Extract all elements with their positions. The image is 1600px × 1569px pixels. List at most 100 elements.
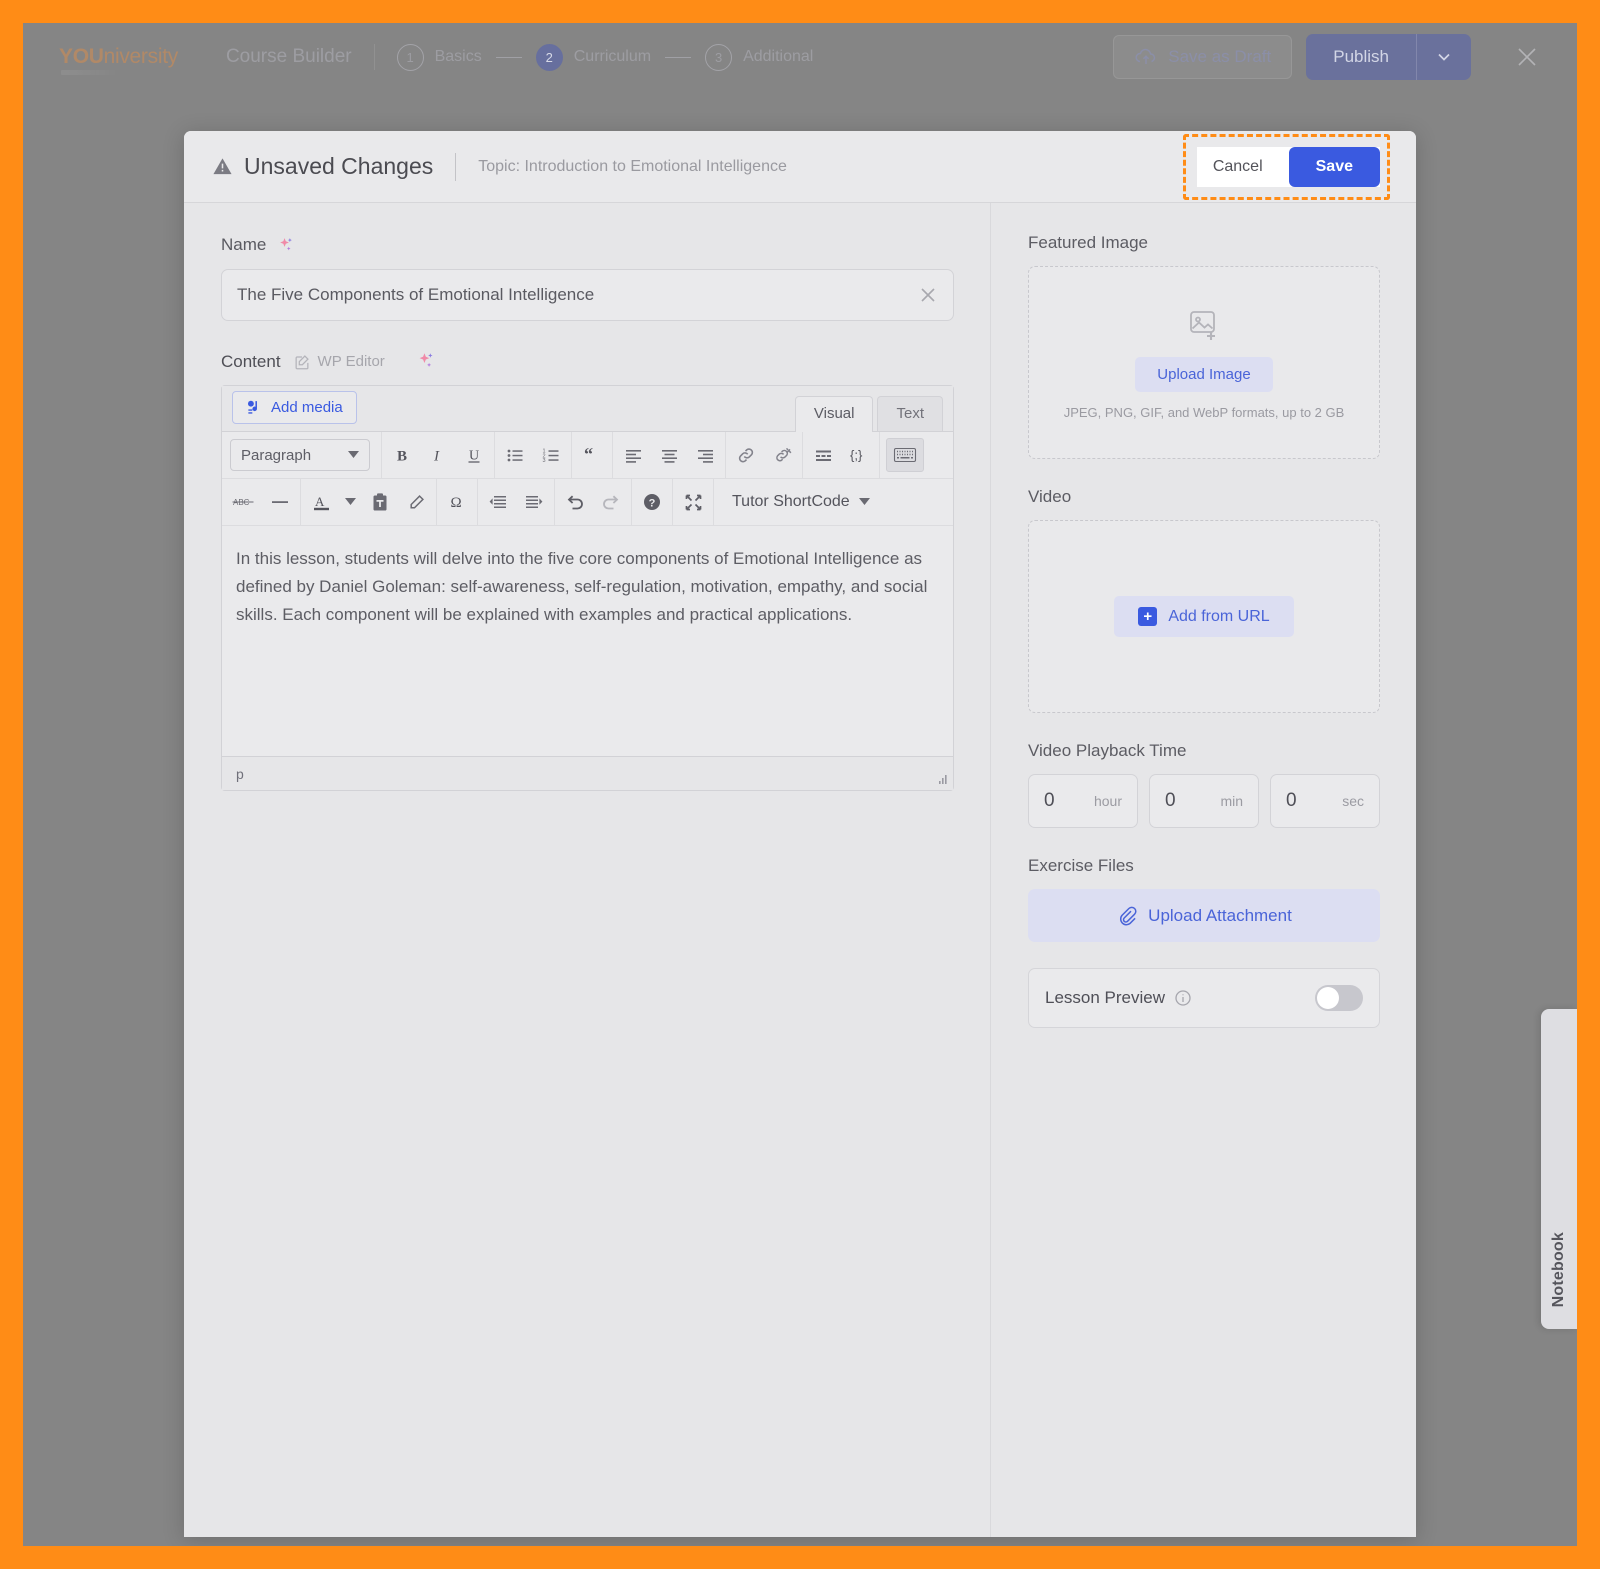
upload-image-button[interactable]: Upload Image xyxy=(1135,356,1273,392)
text-color-caret-icon[interactable] xyxy=(339,479,362,525)
add-media-label: Add media xyxy=(271,399,343,416)
step-basics[interactable]: 1 Basics xyxy=(396,43,482,71)
step-connector xyxy=(665,56,692,58)
align-right-icon[interactable] xyxy=(687,432,723,478)
playback-min-field[interactable]: 0 min xyxy=(1149,774,1259,828)
step-additional-label: Additional xyxy=(743,48,814,65)
unlink-icon[interactable] xyxy=(764,432,800,478)
upload-attachment-label: Upload Attachment xyxy=(1148,905,1292,925)
blockquote-icon[interactable]: “ xyxy=(574,432,610,478)
special-character-icon[interactable]: Ω xyxy=(439,479,475,525)
add-from-url-label: Add from URL xyxy=(1168,607,1270,625)
close-builder-button[interactable] xyxy=(1513,43,1541,71)
help-icon[interactable]: ? xyxy=(634,479,670,525)
indent-icon[interactable] xyxy=(516,479,552,525)
editor-content-area[interactable]: In this lesson, students will delve into… xyxy=(222,526,953,756)
shortcode-icon[interactable]: {;} xyxy=(841,432,877,478)
publish-button[interactable]: Publish xyxy=(1306,34,1417,80)
bullet-list-icon[interactable] xyxy=(497,432,533,478)
outdent-icon[interactable] xyxy=(480,479,516,525)
chevron-down-icon xyxy=(348,451,359,459)
featured-image-dropzone[interactable]: Upload Image JPEG, PNG, GIF, and WebP fo… xyxy=(1028,266,1380,459)
align-center-icon[interactable] xyxy=(651,432,687,478)
toolbar-group-format: Paragraph xyxy=(222,432,382,478)
save-as-draft-button[interactable]: Save as Draft xyxy=(1113,35,1293,79)
svg-text:3: 3 xyxy=(542,458,545,464)
name-input[interactable] xyxy=(237,285,907,305)
playback-hour-value: 0 xyxy=(1044,790,1055,811)
exercise-files-label: Exercise Files xyxy=(1028,856,1134,875)
notebook-label: Notebook xyxy=(1550,1231,1567,1307)
editor-mode-tabs: Visual Text xyxy=(794,396,943,432)
playback-hour-field[interactable]: 0 hour xyxy=(1028,774,1138,828)
numbered-list-icon[interactable]: 1 2 3 xyxy=(533,432,569,478)
fullscreen-icon[interactable] xyxy=(675,479,711,525)
publish-group: Publish xyxy=(1306,34,1471,80)
toolbar-group-fullscreen xyxy=(673,479,714,525)
bold-icon[interactable]: B xyxy=(384,432,420,478)
step-additional[interactable]: 3 Additional xyxy=(705,43,814,71)
info-circle-icon[interactable] xyxy=(1174,989,1192,1007)
content-label-text: Content xyxy=(221,351,281,371)
wp-editor-label: WP Editor xyxy=(317,353,385,370)
clear-formatting-icon[interactable] xyxy=(398,479,434,525)
wp-editor: Add media Visual Text Paragraph B I U 1 … xyxy=(221,385,954,791)
toolbar-group-quote: “ xyxy=(572,432,613,478)
underline-icon[interactable]: U xyxy=(456,432,492,478)
paragraph-format-value: Paragraph xyxy=(241,446,312,464)
italic-icon[interactable]: I xyxy=(420,432,456,478)
tab-visual[interactable]: Visual xyxy=(794,396,874,432)
svg-text:{;}: {;} xyxy=(850,448,863,463)
read-more-icon[interactable] xyxy=(805,432,841,478)
lesson-edit-modal: Unsaved Changes Topic: Introduction to E… xyxy=(184,131,1416,1537)
step-additional-number: 3 xyxy=(705,43,733,71)
ai-sparkle-icon[interactable] xyxy=(276,236,295,255)
modal-actions-highlight-group: Cancel Save xyxy=(1182,133,1390,200)
undo-icon[interactable] xyxy=(557,479,593,525)
add-from-url-button[interactable]: + Add from URL xyxy=(1114,596,1294,637)
text-color-icon[interactable]: A xyxy=(303,479,339,525)
modal-header: Unsaved Changes Topic: Introduction to E… xyxy=(184,131,1416,203)
strikethrough-icon[interactable]: ABC xyxy=(224,479,262,525)
save-button[interactable]: Save xyxy=(1288,146,1380,187)
add-media-button[interactable]: Add media xyxy=(232,391,357,424)
svg-text:I: I xyxy=(433,449,440,465)
svg-text:U: U xyxy=(469,449,479,464)
keyboard-icon[interactable] xyxy=(886,438,924,472)
tab-text[interactable]: Text xyxy=(877,396,943,431)
horizontal-rule-icon[interactable] xyxy=(262,479,298,525)
playback-sec-field[interactable]: 0 sec xyxy=(1270,774,1380,828)
upload-attachment-button[interactable]: Upload Attachment xyxy=(1028,889,1380,942)
redo-icon[interactable] xyxy=(593,479,629,525)
align-left-icon[interactable] xyxy=(615,432,651,478)
toolbar-group-insert: {;} xyxy=(803,432,880,478)
wp-editor-toggle[interactable]: WP Editor xyxy=(293,353,385,371)
playback-hour-unit: hour xyxy=(1093,793,1122,809)
editor-body-text: In this lesson, students will delve into… xyxy=(236,549,928,625)
publish-dropdown-button[interactable] xyxy=(1417,34,1471,80)
playback-sec-value: 0 xyxy=(1286,790,1297,811)
modal-title-divider xyxy=(455,152,457,181)
editor-toolbar-row-2: ABC A Ω ? Tutor ShortCode xyxy=(222,479,953,526)
toolbar-group-history xyxy=(555,479,632,525)
ai-sparkle-icon[interactable] xyxy=(415,351,436,372)
modal-body: Name The Five Components of Emotional In… xyxy=(184,203,1416,1537)
step-curriculum[interactable]: 2 Curriculum xyxy=(535,43,651,71)
tutor-shortcode-button[interactable]: Tutor ShortCode xyxy=(716,479,886,525)
paste-as-text-icon[interactable] xyxy=(362,479,398,525)
link-icon[interactable] xyxy=(728,432,764,478)
lesson-main-panel: Name The Five Components of Emotional In… xyxy=(184,203,991,1537)
toolbar-group-indent xyxy=(478,479,555,525)
lesson-preview-toggle[interactable] xyxy=(1315,985,1363,1011)
toolbar-group-shortcode: Tutor ShortCode xyxy=(714,479,888,525)
toolbar-group-keyboard xyxy=(880,432,930,478)
clear-name-icon[interactable] xyxy=(917,284,939,306)
resize-grip-icon[interactable] xyxy=(935,773,948,786)
cancel-button[interactable]: Cancel xyxy=(1197,148,1279,186)
content-field-label: Content WP Editor xyxy=(221,351,954,372)
notebook-tab[interactable]: Notebook xyxy=(1541,1009,1577,1329)
paragraph-format-select[interactable]: Paragraph xyxy=(230,439,370,471)
video-dropzone[interactable]: + Add from URL xyxy=(1028,520,1380,713)
logo-underline xyxy=(61,70,119,75)
toolbar-group-styles: B I U xyxy=(382,432,495,478)
